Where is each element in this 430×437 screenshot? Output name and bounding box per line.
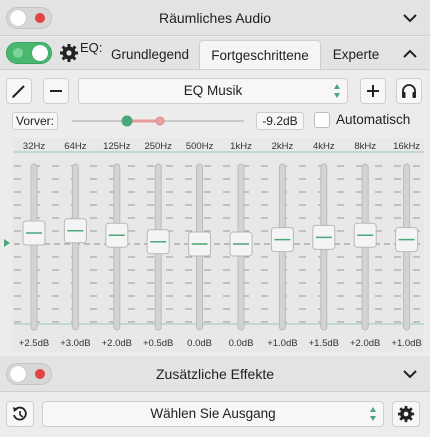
freq-label: 250Hz [144,141,172,152]
effects-title: Zusätzliche Effekte [155,366,275,382]
auto-label: Automatisch [336,112,411,127]
eq-sliders [4,151,424,331]
freq-label: 2kHz [271,141,294,152]
gain-label: 0.0dB [187,338,212,349]
plus-icon [367,85,379,97]
preset-select[interactable]: EQ Musik [78,78,348,104]
gain-label: +2.0dB [350,338,381,349]
effects-section: Zusätzliche Effekte [0,356,430,392]
output-select[interactable]: Wählen Sie Ausgang [42,401,384,427]
history-icon [13,406,27,421]
chevron-down-icon[interactable] [400,8,420,28]
output-select-value: Wählen Sie Ausgang [150,406,276,421]
gain-label: +2.5dB [18,338,50,349]
auto-checkbox[interactable] [314,112,330,128]
preset-value: EQ Musik [183,83,243,98]
freq-label: 8kHz [354,141,377,152]
gain-label: +0.5dB [143,338,174,349]
gain-label: 0.0dB [228,338,254,349]
spatial-audio-title: Räumliches Audio [158,10,272,26]
gain-label: +1.5dB [308,338,339,349]
freq-label: 125Hz [103,141,131,152]
gain-label: +1.0dB [391,338,422,349]
updown-arrows-icon [370,407,376,421]
freq-label: 500Hz [185,141,214,152]
updown-arrows-icon [334,84,340,98]
gear-icon[interactable] [59,43,79,63]
gain-label: +1.0dB [267,338,298,349]
eq-band-track [71,163,79,331]
pencil-icon [12,85,25,98]
eq-tabs-row: EQ: Grundlegend Fortgeschrittene Experte [0,37,430,70]
preamp-slider[interactable] [70,111,246,131]
spatial-audio-section: Räumliches Audio [0,0,430,36]
reset-button[interactable] [6,401,34,427]
freq-label: 16kHz [393,141,421,152]
chevron-up-icon[interactable] [400,44,420,64]
preamp-value: -9.2dB [256,112,304,130]
freq-label: 32Hz [22,141,46,152]
add-preset-button[interactable] [360,78,386,104]
freq-label: 4kHz [312,141,335,152]
freq-label: 1kHz [230,141,252,152]
gain-label: +3.0dB [60,338,91,349]
gain-label: +2.0dB [101,338,132,349]
edit-preset-button[interactable] [6,78,32,104]
eq-toggle[interactable] [6,42,52,64]
tab-fortgeschrittene[interactable]: Fortgeschrittene [199,40,321,69]
headphones-button[interactable] [396,78,422,104]
zero-marker [4,239,10,247]
chevron-down-icon[interactable] [400,364,420,384]
minus-icon [50,90,62,92]
headphones-icon [402,84,416,98]
gear-icon [397,405,415,423]
freq-label: 64Hz [64,141,87,152]
output-settings-button[interactable] [392,401,420,427]
eq-label: EQ: [80,40,103,55]
remove-preset-button[interactable] [43,78,69,104]
tab-grundlegend[interactable]: Grundlegend [104,40,196,69]
preamp-label: Vorver: [12,112,58,130]
eq-band-track [30,163,38,331]
tab-experte[interactable]: Experte [324,40,388,69]
